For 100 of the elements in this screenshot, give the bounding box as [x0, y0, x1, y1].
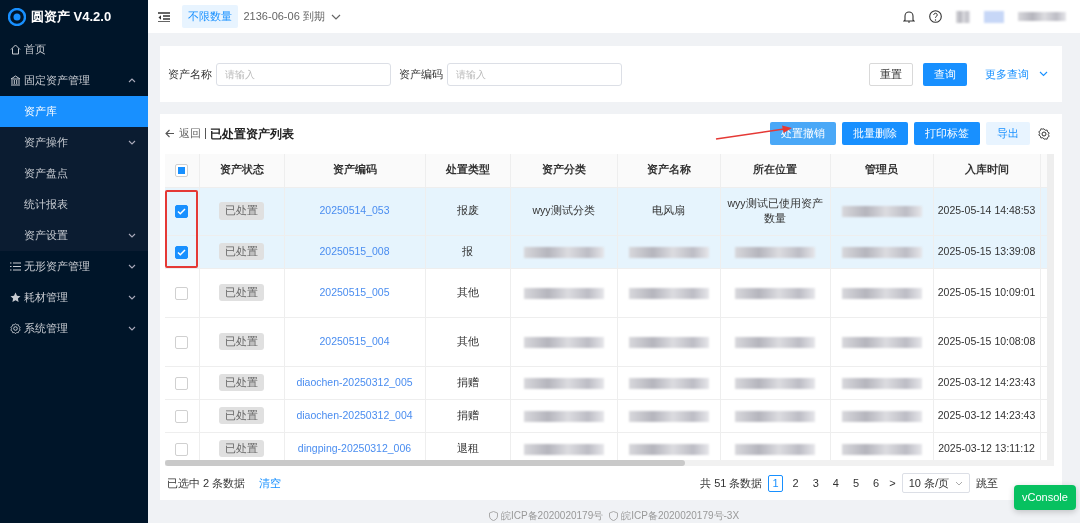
redacted-icon: [956, 10, 970, 23]
table-cell: 2025-05-15 10:08:08: [933, 317, 1040, 366]
page-button[interactable]: 6: [869, 474, 884, 492]
asset-code-link[interactable]: 20250515_005: [319, 285, 390, 298]
status-tag: 已处置: [219, 242, 264, 261]
table-cell: 其他: [425, 317, 510, 366]
chevron-down-icon[interactable]: [128, 233, 136, 238]
chevron-down-icon[interactable]: [128, 326, 136, 331]
submenu-item[interactable]: 资产库: [0, 96, 148, 127]
asset-code-link[interactable]: dingping-20250312_006: [297, 441, 412, 454]
field-label: 资产编码: [399, 66, 443, 82]
page-button[interactable]: 2: [788, 474, 803, 492]
table-cell: wyy测试分类: [510, 187, 617, 235]
chevron-up-icon[interactable]: [128, 78, 136, 83]
table-cell: 2025-03-12 14:23:43: [933, 366, 1040, 399]
column-header: 资产分类: [510, 154, 617, 187]
settings-icon[interactable]: [1038, 127, 1050, 140]
column-header: 处置类型: [425, 154, 510, 187]
next-page-button[interactable]: >: [889, 474, 896, 492]
license-tag: 不限数量: [181, 5, 238, 28]
horizontal-scrollbar[interactable]: [165, 460, 1054, 466]
checkbox[interactable]: [175, 376, 189, 390]
submenu-item[interactable]: 统计报表: [0, 189, 148, 220]
chevron-down-icon[interactable]: [128, 140, 136, 145]
table-cell: 2025-03-12 14:23:43: [933, 399, 1040, 432]
page-button[interactable]: 5: [848, 474, 864, 492]
expiry-text: 2136-06-06 到期: [243, 9, 325, 25]
table-cell: 其他: [425, 268, 510, 317]
status-tag: 已处置: [219, 439, 264, 458]
submenu-item[interactable]: 资产设置: [0, 220, 148, 251]
page-button[interactable]: 1: [768, 474, 783, 492]
checkbox[interactable]: [175, 286, 189, 300]
status-tag: 已处置: [219, 283, 264, 302]
checkbox[interactable]: [175, 442, 189, 456]
back-link[interactable]: 返回: [179, 125, 201, 142]
menu-icon[interactable]: [158, 11, 170, 22]
menu-item[interactable]: 无形资产管理: [0, 251, 148, 282]
table-cell: 捐赠: [425, 366, 510, 399]
status-tag: 已处置: [219, 373, 264, 392]
star-icon: [10, 292, 21, 303]
field-label: 资产名称: [168, 66, 212, 82]
shield-icon: [488, 510, 498, 521]
menu-item[interactable]: 首页: [0, 34, 148, 65]
checkbox[interactable]: [175, 164, 189, 178]
checkbox[interactable]: [175, 245, 189, 259]
table-cell: 2025-05-15 13:39:08: [933, 235, 1040, 268]
table-cell: 2025-05-14 14:48:53: [933, 187, 1040, 235]
asset-code-link[interactable]: 20250514_053: [319, 204, 390, 217]
button[interactable]: 重置: [869, 62, 913, 86]
page-button[interactable]: 4: [828, 474, 843, 492]
shield-icon: [609, 510, 619, 521]
table-cell: wyy测试已使用资产数量: [720, 187, 830, 235]
redacted-avatar: [984, 10, 1004, 23]
column-header: 资产状态: [199, 154, 284, 187]
icp-link[interactable]: 皖ICP备2020020179号: [500, 508, 604, 523]
asset-code-link[interactable]: diaochen-20250312_004: [296, 408, 413, 421]
chevron-down-icon[interactable]: [330, 13, 341, 20]
title-divider: [205, 128, 206, 139]
menu-item[interactable]: 固定资产管理: [0, 65, 148, 96]
list-title: 已处置资产列表: [210, 125, 294, 143]
button[interactable]: 查询: [923, 62, 967, 86]
vconsole-button[interactable]: vConsole: [1014, 485, 1076, 510]
page-button[interactable]: 3: [808, 474, 823, 492]
asset-code-link[interactable]: 20250515_004: [319, 334, 390, 347]
menu-item[interactable]: 耗材管理: [0, 282, 148, 313]
redacted-username: [1018, 12, 1066, 21]
checkbox[interactable]: [175, 409, 189, 423]
checkbox[interactable]: [175, 335, 189, 349]
submenu-item[interactable]: 资产盘点: [0, 158, 148, 189]
column-header: 管理员: [830, 154, 933, 187]
checkbox[interactable]: [175, 205, 189, 219]
icp-link[interactable]: 皖ICP备2020020179号-3X: [621, 508, 740, 523]
page-size-select[interactable]: 10 条/页: [901, 472, 970, 494]
text-field[interactable]: 请输入: [447, 62, 622, 86]
button[interactable]: 打印标签: [914, 122, 980, 145]
help-icon[interactable]: [929, 10, 942, 23]
button[interactable]: 批量删除: [842, 122, 908, 145]
total-count: 共 51 条数据: [700, 475, 763, 491]
submenu-item[interactable]: 资产操作: [0, 127, 148, 158]
selection-count: 已选中 2 条数据: [167, 475, 246, 491]
table-cell: 2025-05-15 10:09:01: [933, 268, 1040, 317]
column-header: 资产编码: [284, 154, 425, 187]
more-query-link[interactable]: 更多查询: [985, 65, 1029, 83]
bell-icon[interactable]: [903, 10, 915, 23]
clear-link[interactable]: 清空: [259, 474, 282, 492]
table-cell: 报: [425, 235, 510, 268]
table-cell: 电风扇: [617, 187, 720, 235]
home-icon: [10, 44, 21, 55]
logo-icon: [8, 8, 26, 26]
text-field[interactable]: 请输入: [216, 62, 391, 86]
back-arrow-icon[interactable]: [165, 129, 175, 138]
status-tag: 已处置: [219, 406, 264, 425]
chevron-down-icon[interactable]: [128, 295, 136, 300]
chevron-down-icon[interactable]: [128, 264, 136, 269]
asset-code-link[interactable]: 20250515_008: [319, 244, 390, 257]
list-icon: [10, 261, 21, 272]
app-title: 圆资产 V4.2.0: [31, 8, 112, 27]
button[interactable]: 导出: [986, 122, 1030, 145]
menu-item[interactable]: 系统管理: [0, 313, 148, 344]
asset-code-link[interactable]: diaochen-20250312_005: [296, 375, 413, 388]
